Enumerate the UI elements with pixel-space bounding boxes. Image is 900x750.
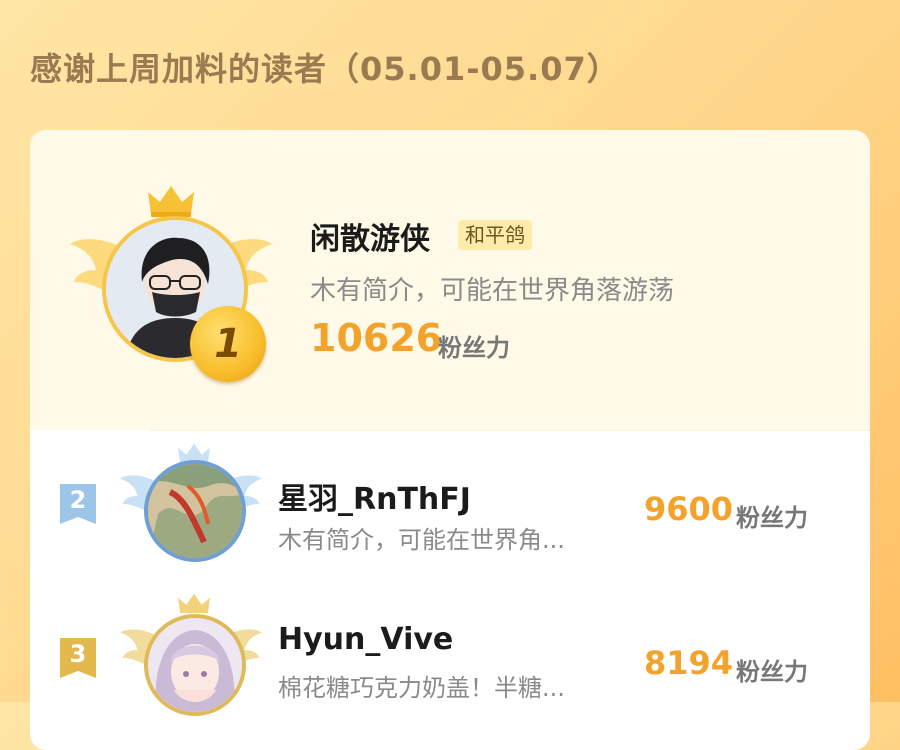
username[interactable]: 闲散游侠 bbox=[310, 214, 430, 258]
avatar[interactable] bbox=[144, 460, 246, 562]
rank-1-medal: 1 bbox=[190, 306, 266, 382]
fans-count: 9600 bbox=[644, 490, 734, 528]
username[interactable]: Hyun_Vive bbox=[278, 622, 453, 657]
username[interactable]: 星羽_RnThFJ bbox=[278, 474, 471, 518]
page-title: 感谢上周加料的读者（05.01-05.07） bbox=[30, 50, 620, 88]
rank-badge: 2 bbox=[60, 484, 96, 526]
avatar[interactable] bbox=[144, 614, 246, 716]
fans-unit-label: 粉丝力 bbox=[438, 334, 510, 362]
fans-count: 10626 bbox=[310, 316, 443, 360]
avatar-illustration bbox=[148, 618, 242, 712]
user-bio: 木有简介，可能在世界角... bbox=[278, 526, 565, 554]
leaderboard-row-rank-3[interactable]: 3 Hyun_Vive 棉花糖巧克力奶盖！半糖... 8194 粉丝力 bbox=[30, 580, 870, 750]
title-badge: 和平鸽 bbox=[458, 220, 532, 250]
user-bio: 棉花糖巧克力奶盖！半糖... bbox=[278, 674, 565, 702]
fans-unit-label: 粉丝力 bbox=[736, 504, 808, 532]
user-bio: 木有简介，可能在世界角落游荡 bbox=[310, 276, 675, 306]
crown-icon bbox=[178, 593, 210, 614]
rank-badge: 3 bbox=[60, 638, 96, 680]
fans-count: 8194 bbox=[644, 644, 734, 682]
fans-unit-label: 粉丝力 bbox=[736, 658, 808, 686]
avatar-illustration bbox=[148, 464, 242, 558]
leaderboard-card: 1 闲散游侠 和平鸽 木有简介，可能在世界角落游荡 10626 粉丝力 2 星羽… bbox=[30, 130, 870, 750]
crown-icon bbox=[148, 186, 194, 217]
leaderboard-row-rank-1[interactable]: 1 闲散游侠 和平鸽 木有简介，可能在世界角落游荡 10626 粉丝力 bbox=[30, 130, 870, 430]
leaderboard-row-rank-2[interactable]: 2 星羽_RnThFJ 木有简介，可能在世界角... 9600 粉丝力 bbox=[30, 430, 870, 580]
